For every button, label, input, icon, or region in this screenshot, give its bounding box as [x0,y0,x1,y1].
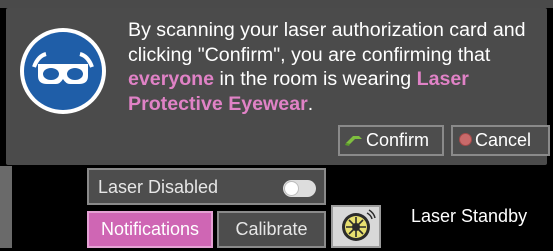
laser-toggle-row[interactable]: Laser Disabled [87,168,326,205]
confirm-button[interactable]: Confirm [338,125,444,156]
dialog-message: By scanning your laser authorization car… [128,18,548,116]
stop-dot-icon [459,133,472,147]
notifications-button[interactable]: Notifications [87,211,213,248]
obscured-title-bar [0,0,553,8]
cancel-label: Cancel [475,130,532,150]
message-text: By scanning your laser authorization car… [128,19,526,66]
message-text: . [307,92,314,115]
safety-goggles-icon [20,28,106,114]
eyewear-confirmation-dialog: By scanning your laser authorization car… [6,8,550,165]
laser-warning-icon[interactable] [331,205,381,248]
left-edge-panel [0,166,12,248]
confirm-label: Confirm [366,130,430,150]
message-text: in the room is wearing [214,68,417,90]
laser-status-text: Laser Standby [411,206,528,226]
laser-toggle-switch[interactable] [283,180,316,197]
cancel-button[interactable]: Cancel [451,125,550,156]
laser-toggle-label: Laser Disabled [98,177,219,197]
calibrate-button[interactable]: Calibrate [217,211,326,248]
scan-card-icon [344,128,364,155]
message-emphasis-everyone: everyone [128,68,215,90]
switch-knob [285,182,298,195]
